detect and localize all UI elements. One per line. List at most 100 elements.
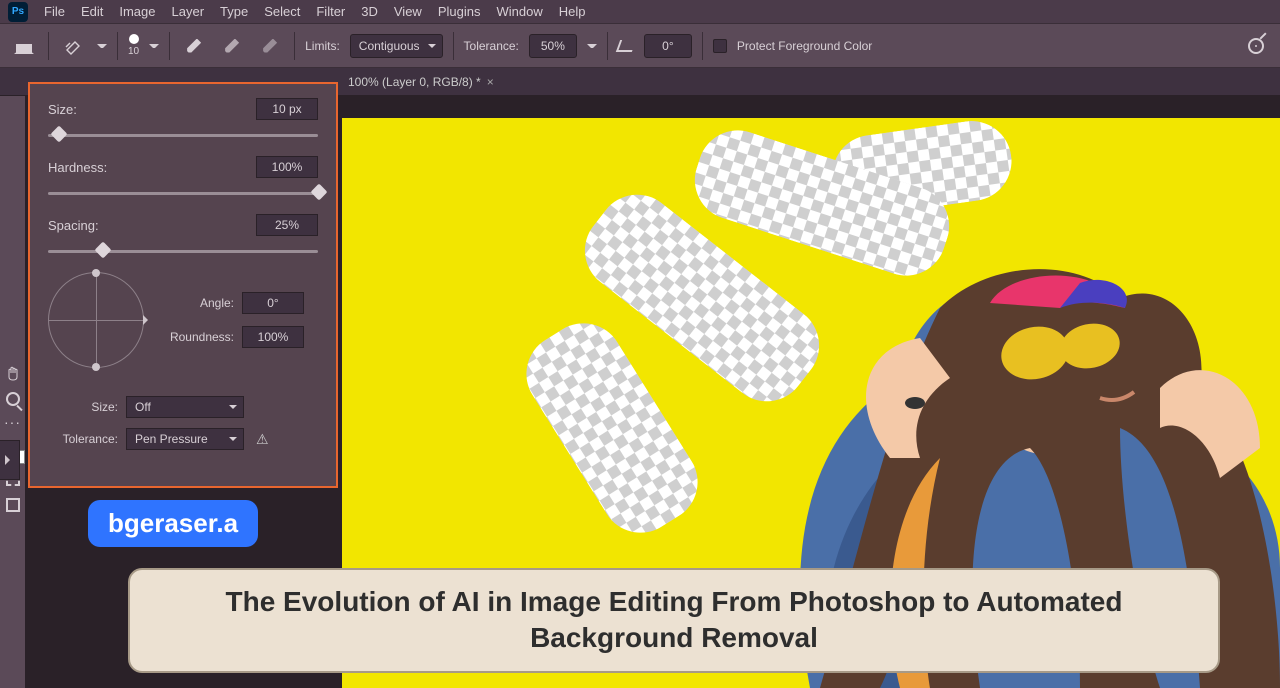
angle-handle[interactable] <box>92 269 100 277</box>
zoom-icon <box>6 392 20 406</box>
watermark-badge: bgeraser.a <box>88 500 258 547</box>
eyedropper-swatch-icon <box>263 39 277 53</box>
hand-tool[interactable] <box>2 362 24 384</box>
document-tab[interactable]: 100% (Layer 0, RGB/8) * × <box>340 68 502 95</box>
tool-generic[interactable] <box>2 102 24 124</box>
spacing-slider[interactable] <box>48 242 318 260</box>
expand-panel-handle[interactable] <box>0 440 20 480</box>
eyedropper-target-icon <box>225 39 239 53</box>
home-button[interactable] <box>10 32 38 60</box>
brush-settings-popover: Size: 10 px Hardness: 100% Spacing: 25% … <box>28 82 338 488</box>
options-bar: 10 Limits: Contiguous Tolerance: 50% 0° … <box>0 24 1280 68</box>
tool-generic[interactable] <box>2 232 24 254</box>
separator <box>117 32 118 60</box>
spacing-field[interactable]: 25% <box>256 214 318 236</box>
hardness-label: Hardness: <box>48 160 107 175</box>
tool-generic[interactable] <box>2 206 24 228</box>
protect-fg-checkbox[interactable] <box>713 39 727 53</box>
separator <box>607 32 608 60</box>
chevron-down-icon[interactable] <box>149 41 159 51</box>
angle-field[interactable]: 0° <box>644 34 692 58</box>
menu-help[interactable]: Help <box>559 4 586 19</box>
screen-icon <box>6 498 20 512</box>
limits-label: Limits: <box>305 39 340 53</box>
tool-generic[interactable] <box>2 154 24 176</box>
close-tab-icon[interactable]: × <box>487 75 494 89</box>
roundness-label: Roundness: <box>160 330 234 344</box>
menu-view[interactable]: View <box>394 4 422 19</box>
tool-generic[interactable] <box>2 284 24 306</box>
size-field[interactable]: 10 px <box>256 98 318 120</box>
protect-fg-label: Protect Foreground Color <box>737 39 872 53</box>
menu-plugins[interactable]: Plugins <box>438 4 481 19</box>
tool-generic[interactable] <box>2 310 24 332</box>
menu-edit[interactable]: Edit <box>81 4 103 19</box>
tool-generic[interactable] <box>2 128 24 150</box>
tools-panel: ··· <box>0 96 26 688</box>
sampling-once-button[interactable] <box>218 32 246 60</box>
dyn-size-label: Size: <box>48 400 118 414</box>
hand-icon <box>5 365 21 381</box>
brush-settings-button[interactable] <box>1242 32 1270 60</box>
menu-file[interactable]: File <box>44 4 65 19</box>
chevron-down-icon[interactable] <box>97 41 107 51</box>
angle-handle[interactable] <box>92 363 100 371</box>
home-icon <box>16 39 32 53</box>
menu-image[interactable]: Image <box>119 4 155 19</box>
menu-layer[interactable]: Layer <box>172 4 205 19</box>
document-tab-title: 100% (Layer 0, RGB/8) * <box>348 75 481 89</box>
brush-dot-icon <box>129 34 139 44</box>
menu-window[interactable]: Window <box>496 4 542 19</box>
slider-thumb[interactable] <box>51 126 68 143</box>
menu-filter[interactable]: Filter <box>316 4 345 19</box>
tolerance-label: Tolerance: <box>464 39 519 53</box>
tool-generic[interactable] <box>2 336 24 358</box>
eraser-tool-icon <box>64 37 82 55</box>
slider-thumb[interactable] <box>94 242 111 259</box>
sampling-continuous-button[interactable] <box>180 32 208 60</box>
article-caption: The Evolution of AI in Image Editing Fro… <box>128 568 1220 673</box>
tolerance-field[interactable]: 50% <box>529 34 577 58</box>
dyn-tolerance-label: Tolerance: <box>48 432 118 446</box>
tool-overflow[interactable]: ··· <box>4 414 21 430</box>
hardness-slider[interactable] <box>48 184 318 202</box>
roundness-field[interactable]: 100% <box>242 326 304 348</box>
angle-label: Angle: <box>160 296 234 310</box>
separator <box>169 32 170 60</box>
slider-thumb[interactable] <box>310 184 327 201</box>
size-slider[interactable] <box>48 126 318 144</box>
zoom-tool[interactable] <box>2 388 24 410</box>
menu-type[interactable]: Type <box>220 4 248 19</box>
tool-generic[interactable] <box>2 180 24 202</box>
screen-mode-toggle[interactable] <box>2 494 24 516</box>
separator <box>702 32 703 60</box>
separator <box>48 32 49 60</box>
dyn-size-value: Off <box>135 400 151 414</box>
sampling-swatch-button[interactable] <box>256 32 284 60</box>
angle-icon <box>616 40 636 52</box>
ps-logo-icon: Ps <box>8 2 28 22</box>
angle-arrow-icon <box>143 315 153 325</box>
warning-icon: ⚠ <box>256 431 269 448</box>
size-label: Size: <box>48 102 77 117</box>
tool-preset-picker[interactable] <box>59 32 87 60</box>
menu-select[interactable]: Select <box>264 4 300 19</box>
menu-bar: Ps File Edit Image Layer Type Select Fil… <box>0 0 1280 24</box>
brush-preset-picker[interactable]: 10 <box>128 34 139 57</box>
menu-3d[interactable]: 3D <box>361 4 378 19</box>
brush-size-readout: 10 <box>128 46 139 57</box>
spacing-label: Spacing: <box>48 218 99 233</box>
target-icon <box>1248 38 1264 54</box>
hardness-field[interactable]: 100% <box>256 156 318 178</box>
dyn-size-select[interactable]: Off <box>126 396 244 418</box>
brush-angle-control[interactable] <box>48 272 144 368</box>
separator <box>294 32 295 60</box>
angle-field[interactable]: 0° <box>242 292 304 314</box>
tool-generic[interactable] <box>2 258 24 280</box>
separator <box>453 32 454 60</box>
dyn-tolerance-value: Pen Pressure <box>135 432 208 446</box>
limits-select[interactable]: Contiguous <box>350 34 443 58</box>
chevron-down-icon[interactable] <box>587 41 597 51</box>
eyedropper-icon <box>187 39 201 53</box>
dyn-tolerance-select[interactable]: Pen Pressure <box>126 428 244 450</box>
